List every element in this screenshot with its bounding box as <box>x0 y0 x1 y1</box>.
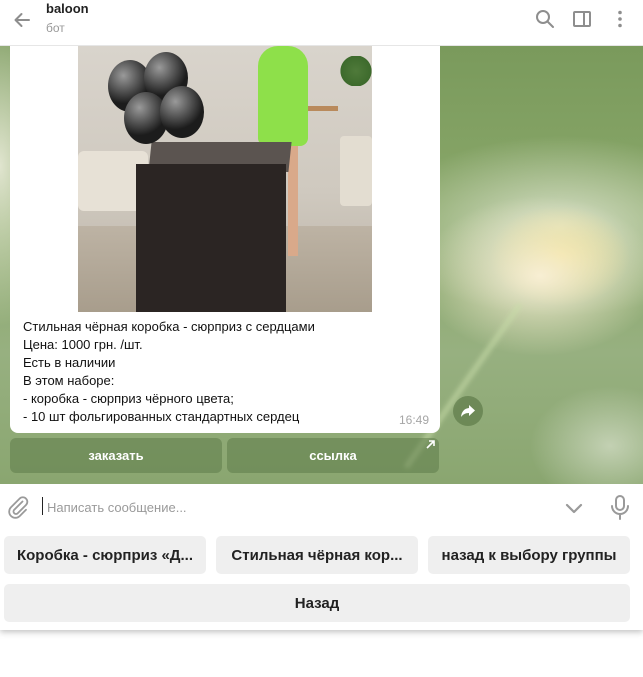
order-button[interactable]: заказать <box>10 438 222 473</box>
telegram-window: baloon бот Стильная чёрная коробка - сюр… <box>0 0 643 630</box>
text-cursor <box>42 497 43 515</box>
microphone-icon[interactable] <box>608 494 632 520</box>
sidebar-icon <box>573 11 591 27</box>
sidebar-toggle-button[interactable] <box>570 7 594 31</box>
paperclip-icon[interactable] <box>6 495 30 519</box>
reply-keyboard: Коробка - сюрприз «Д... Стильная чёрная … <box>0 530 643 630</box>
message-bubble[interactable]: Стильная чёрная коробка - сюрприз с серд… <box>10 46 440 433</box>
forward-button[interactable] <box>453 396 483 426</box>
product-photo[interactable] <box>78 46 372 312</box>
keyboard-button-box-surprise[interactable]: Коробка - сюрприз «Д... <box>4 536 206 574</box>
link-button[interactable]: ссылка <box>227 438 439 473</box>
chat-title[interactable]: baloon <box>46 1 89 16</box>
keyboard-button-back-to-group[interactable]: назад к выбору группы <box>428 536 630 574</box>
external-link-icon <box>426 440 435 449</box>
link-button-label: ссылка <box>309 448 357 463</box>
back-button[interactable] <box>8 6 36 34</box>
message-input[interactable] <box>47 497 527 517</box>
message-text: Стильная чёрная коробка - сюрприз с серд… <box>23 319 315 424</box>
search-button[interactable] <box>533 7 557 31</box>
message-composer <box>0 484 643 530</box>
order-button-label: заказать <box>88 448 144 463</box>
back-arrow-icon <box>14 13 30 27</box>
more-button[interactable] <box>608 7 632 31</box>
chat-subtitle: бот <box>46 21 65 35</box>
share-arrow-icon <box>461 405 475 417</box>
message-time: 16:49 <box>398 413 429 427</box>
chevron-down-icon[interactable] <box>562 496 586 520</box>
chat-area[interactable]: Стильная чёрная коробка - сюрприз с серд… <box>0 46 643 484</box>
search-icon <box>536 10 554 28</box>
keyboard-button-stylish-box[interactable]: Стильная чёрная кор... <box>216 536 418 574</box>
chat-header: baloon бот <box>0 0 643 46</box>
keyboard-button-back[interactable]: Назад <box>4 584 630 622</box>
more-vertical-icon <box>618 10 622 28</box>
